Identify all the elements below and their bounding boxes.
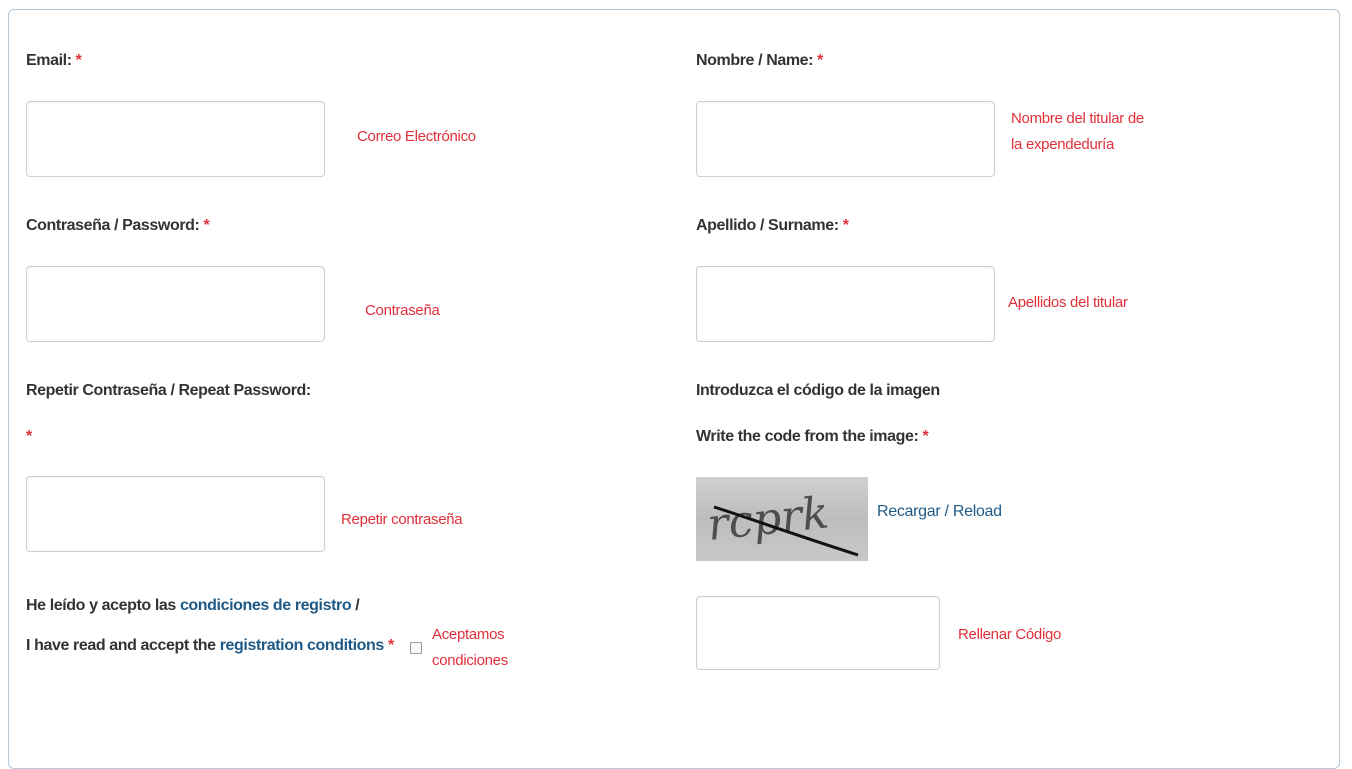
password-required-mark: * (203, 217, 210, 234)
name-hint-line-1: Nombre del titular de (1011, 110, 1144, 127)
name-input[interactable] (696, 101, 995, 177)
email-hint: Correo Electrónico (357, 128, 476, 145)
name-label-text: Nombre / Name: (696, 52, 814, 69)
terms-hint: Aceptamos condiciones (432, 622, 508, 674)
surname-label: Apellido / Surname: * (696, 217, 849, 235)
terms-line-2-prefix: I have read and accept the (26, 637, 216, 654)
captcha-label-line-2: Write the code from the image: * (696, 428, 929, 446)
repeat-password-label: Repetir Contraseña / Repeat Password: (26, 382, 311, 399)
surname-required-mark: * (842, 217, 849, 234)
email-label-text: Email: (26, 52, 72, 69)
name-label: Nombre / Name: * (696, 52, 823, 70)
name-required-mark: * (817, 52, 823, 69)
email-input[interactable] (26, 101, 325, 177)
captcha-label-line-1: Introduzca el código de la imagen (696, 382, 940, 399)
terms-conditions-link-es[interactable]: condiciones de registro (180, 597, 352, 614)
name-hint-line-2: la expendeduría (1011, 136, 1115, 153)
surname-label-text: Apellido / Surname: (696, 217, 839, 234)
terms-line-2: I have read and accept the registration … (26, 637, 394, 655)
email-required-mark: * (75, 52, 82, 69)
repeat-password-input[interactable] (26, 476, 325, 552)
repeat-password-required-mark: * (26, 428, 32, 445)
name-hint: Nombre del titular de la expendeduría (1011, 106, 1144, 158)
terms-required-mark: * (387, 637, 394, 654)
terms-line-1: He leído y acepto las condiciones de reg… (26, 597, 360, 615)
captcha-image: rcprk (696, 477, 868, 561)
surname-input[interactable] (696, 266, 995, 342)
captcha-input[interactable] (696, 596, 940, 670)
password-label-text: Contraseña / Password: (26, 217, 200, 234)
email-label: Email: * (26, 52, 82, 70)
terms-conditions-link-en[interactable]: registration conditions (220, 637, 385, 654)
captcha-required-mark: * (922, 428, 929, 445)
surname-hint: Apellidos del titular (1008, 294, 1128, 311)
captcha-hint: Rellenar Código (958, 626, 1062, 643)
password-input[interactable] (26, 266, 325, 342)
terms-hint-line-2: condiciones (432, 652, 508, 669)
password-hint: Contraseña (365, 302, 440, 319)
password-label: Contraseña / Password: * (26, 217, 210, 235)
captcha-label-line-2-text: Write the code from the image: (696, 428, 919, 445)
terms-line-1-prefix: He leído y acepto las (26, 597, 176, 614)
captcha-image-graphic: rcprk (705, 487, 859, 557)
accept-terms-checkbox[interactable] (410, 642, 422, 654)
terms-hint-line-1: Aceptamos (432, 626, 505, 643)
captcha-reload-link[interactable]: Recargar / Reload (877, 503, 1002, 521)
repeat-password-hint: Repetir contraseña (341, 511, 463, 528)
terms-line-1-suffix: / (355, 597, 360, 614)
